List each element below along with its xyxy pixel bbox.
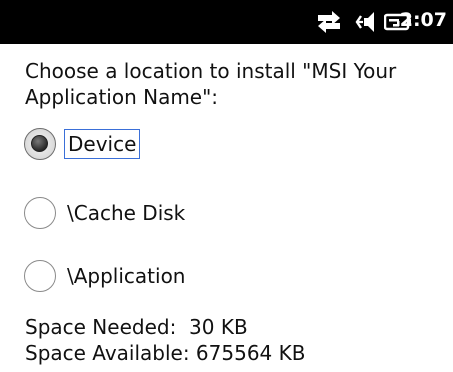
option-application[interactable]: \Application (24, 259, 189, 293)
space-needed: Space Needed: 30 KB (25, 315, 248, 339)
radio-cache-disk[interactable] (24, 197, 56, 229)
status-time: 2:07 (399, 9, 447, 31)
option-device[interactable]: Device (24, 127, 141, 161)
status-bar: 2:07 (0, 0, 453, 44)
option-cache-disk-label[interactable]: \Cache Disk (64, 199, 188, 227)
speaker-icon (355, 12, 374, 32)
option-application-label[interactable]: \Application (64, 262, 189, 290)
option-cache-disk[interactable]: \Cache Disk (24, 196, 188, 230)
radio-selected-dot (31, 135, 48, 152)
option-device-label[interactable]: Device (64, 129, 141, 159)
install-location-prompt: Choose a location to install "MSI Your A… (25, 59, 397, 109)
radio-device[interactable] (24, 128, 56, 160)
connectivity-icon (318, 11, 340, 33)
space-available: Space Available: 675564 KB (25, 341, 306, 365)
radio-application[interactable] (24, 260, 56, 292)
